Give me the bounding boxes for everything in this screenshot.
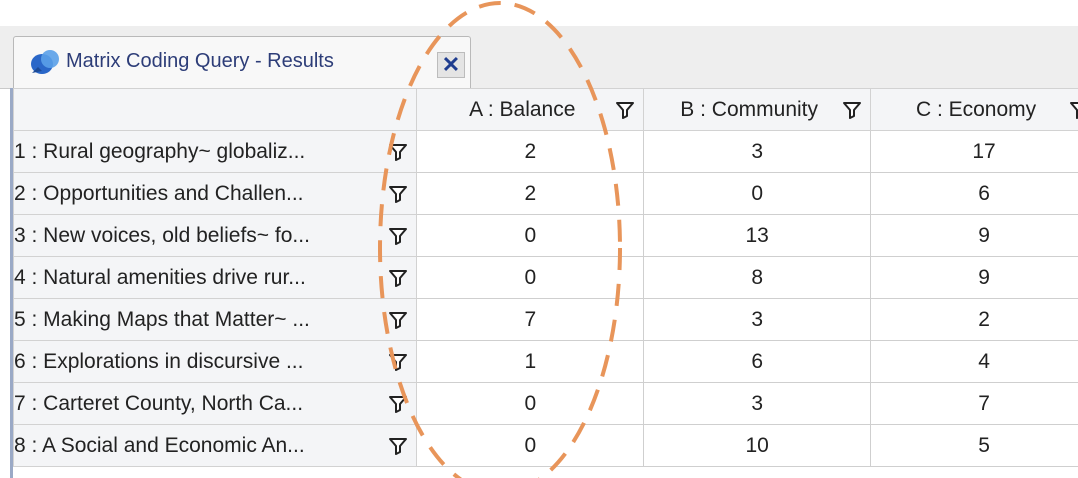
matrix-cell[interactable]: 0 [416,256,645,299]
matrix-cell[interactable]: 13 [643,214,872,257]
column-header-label: C : Economy [915,97,1037,121]
row-header-label: 2 : Opportunities and Challen... [14,181,304,205]
filter-icon[interactable] [842,100,862,120]
matrix-cell[interactable]: 3 [643,130,872,173]
matrix-cell[interactable]: 3 [643,298,872,341]
column-header-community[interactable]: B : Community [643,88,872,131]
matrix-cell[interactable]: 4 [870,340,1078,383]
matrix-cell[interactable]: 3 [643,382,872,425]
matrix-cell[interactable]: 0 [416,214,645,257]
matrix-cell[interactable]: 2 [416,172,645,215]
table-row[interactable]: 3 : New voices, old beliefs~ fo... 0 13 9 [13,214,1078,257]
row-header[interactable]: 7 : Carteret County, North Ca... [13,382,418,425]
matrix-cell[interactable]: 5 [870,424,1078,467]
row-header[interactable]: 1 : Rural geography~ globaliz... [13,130,418,173]
row-header[interactable]: 2 : Opportunities and Challen... [13,172,418,215]
matrix-cell[interactable]: 7 [416,298,645,341]
row-header-label: 3 : New voices, old beliefs~ fo... [14,223,310,247]
matrix-cell[interactable]: 2 [416,130,645,173]
row-header[interactable]: 6 : Explorations in discursive ... [13,340,418,383]
row-header[interactable]: 8 : A Social and Economic An... [13,424,418,467]
column-header-balance[interactable]: A : Balance [416,88,645,131]
filter-icon[interactable] [388,436,408,456]
filter-icon[interactable] [388,268,408,288]
matrix-cell[interactable]: 1 [416,340,645,383]
column-header-label: A : Balance [469,97,576,121]
filter-icon[interactable] [388,310,408,330]
filter-icon[interactable] [388,184,408,204]
tab-matrix-coding-results[interactable]: Matrix Coding Query - Results ✕ [13,36,471,88]
matrix-table: A : Balance B : Community C : Economy 1 … [13,88,1078,467]
matrix-cell[interactable]: 6 [870,172,1078,215]
table-row[interactable]: 8 : A Social and Economic An... 0 10 5 [13,424,1078,467]
matrix-cell[interactable]: 9 [870,256,1078,299]
filter-icon[interactable] [388,226,408,246]
row-header-label: 8 : A Social and Economic An... [14,433,305,457]
filter-icon[interactable] [615,100,635,120]
row-header[interactable]: 4 : Natural amenities drive rur... [13,256,418,299]
matrix-cell[interactable]: 0 [643,172,872,215]
matrix-cell[interactable]: 0 [416,382,645,425]
matrix-cell[interactable]: 0 [416,424,645,467]
row-header-label: 1 : Rural geography~ globaliz... [14,139,306,163]
column-header-economy[interactable]: C : Economy [870,88,1078,131]
matrix-cell[interactable]: 17 [870,130,1078,173]
row-header[interactable]: 3 : New voices, old beliefs~ fo... [13,214,418,257]
filter-icon[interactable] [1069,100,1078,120]
close-icon[interactable]: ✕ [437,52,465,78]
matrix-cell[interactable]: 7 [870,382,1078,425]
row-header-label: 4 : Natural amenities drive rur... [14,265,306,289]
table-row[interactable]: 1 : Rural geography~ globaliz... 2 3 17 [13,130,1078,173]
matrix-cell[interactable]: 9 [870,214,1078,257]
matrix-body: 1 : Rural geography~ globaliz... 2 3 17 2 : … [13,130,1078,467]
row-header-label: 6 : Explorations in discursive ... [14,349,304,373]
corner-cell [13,88,418,131]
tab-strip: Matrix Coding Query - Results ✕ [0,0,1078,89]
matrix-cell[interactable]: 10 [643,424,872,467]
table-row[interactable]: 7 : Carteret County, North Ca... 0 3 7 [13,382,1078,425]
filter-icon[interactable] [388,142,408,162]
matrix-cell[interactable]: 2 [870,298,1078,341]
column-header-label: B : Community [680,97,818,121]
tab-title: Matrix Coding Query - Results [66,50,334,72]
row-header[interactable]: 5 : Making Maps that Matter~ ... [13,298,418,341]
row-header-label: 7 : Carteret County, North Ca... [14,391,304,415]
filter-icon[interactable] [388,394,408,414]
header-row: A : Balance B : Community C : Economy [13,88,1078,131]
row-header-label: 5 : Making Maps that Matter~ ... [14,307,310,331]
matrix-cell[interactable]: 8 [643,256,872,299]
matrix-cell[interactable]: 6 [643,340,872,383]
table-row[interactable]: 5 : Making Maps that Matter~ ... 7 3 2 [13,298,1078,341]
filter-icon[interactable] [388,352,408,372]
matrix-results-grid: A : Balance B : Community C : Economy 1 … [10,88,1078,478]
table-row[interactable]: 6 : Explorations in discursive ... 1 6 4 [13,340,1078,383]
table-row[interactable]: 2 : Opportunities and Challen... 2 0 6 [13,172,1078,215]
table-row[interactable]: 4 : Natural amenities drive rur... 0 8 9 [13,256,1078,299]
matrix-query-icon [31,50,59,74]
